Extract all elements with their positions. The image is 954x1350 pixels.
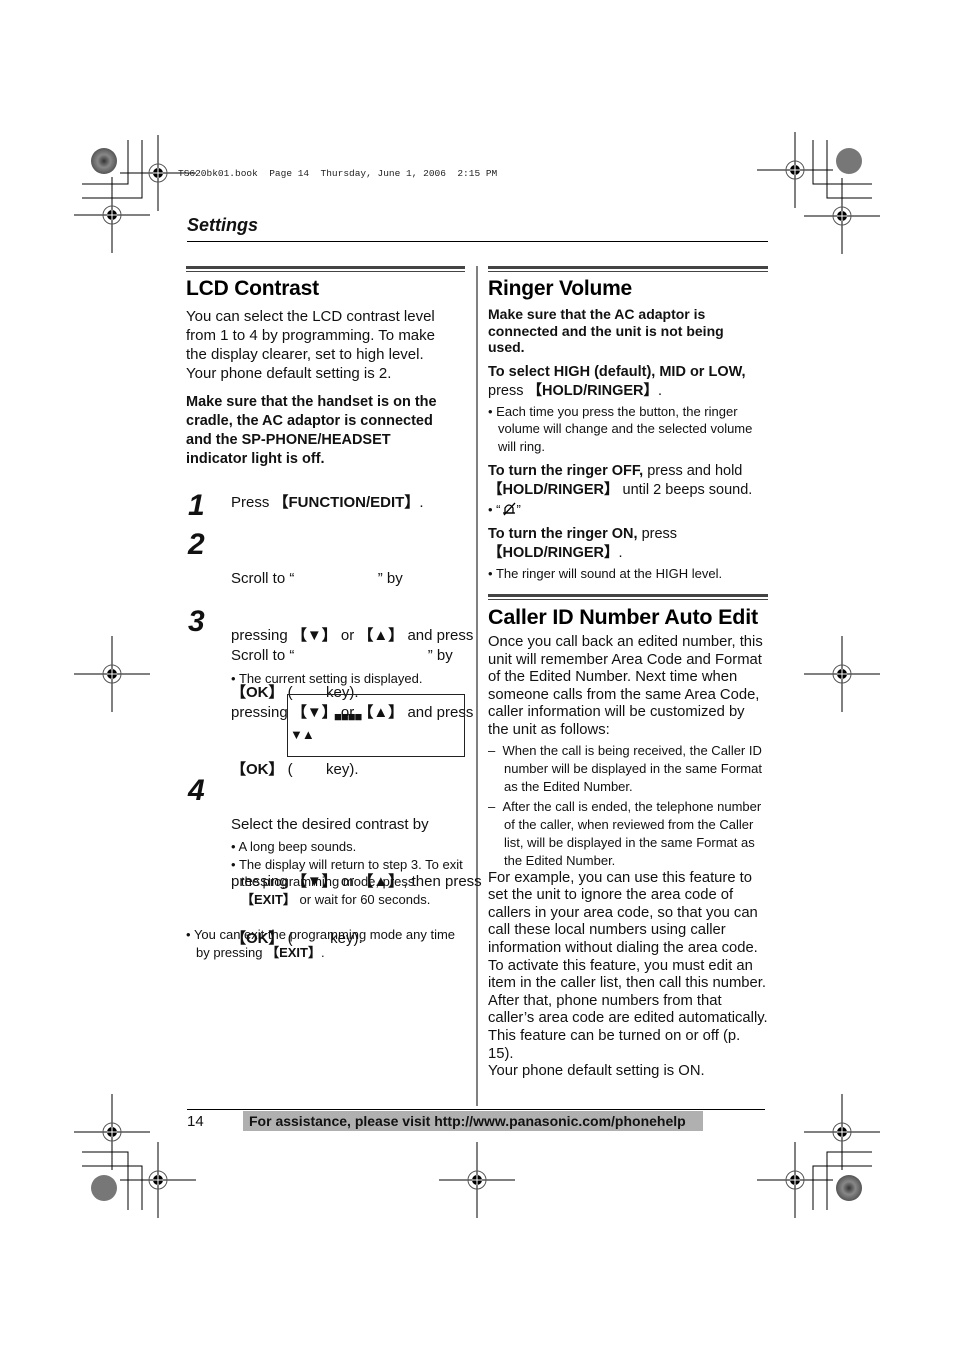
- dash-text: After the call is ended, the telephone n…: [502, 798, 762, 868]
- assistance-link[interactable]: For assistance, please visit http://www.…: [249, 1113, 686, 1129]
- text-line: indicator light is off.: [186, 451, 325, 467]
- lcd-contrast-section: LCD Contrast You can select the LCD cont…: [186, 266, 465, 469]
- registration-mark: [803, 1093, 881, 1171]
- dash-text: When the call is being received, the Cal…: [502, 742, 762, 794]
- dash-list: – When the call is being received, the C…: [488, 742, 768, 870]
- text-line: Make sure that the AC adaptor is: [488, 306, 706, 322]
- section-rule: [488, 266, 768, 269]
- dash-item: – After the call is ended, the telephone…: [488, 798, 762, 868]
- text-line: Scroll to “ ” by: [231, 570, 403, 587]
- step-3-bullet: • The current setting is displayed.: [231, 671, 423, 686]
- bullet-text: The ringer will sound at the HIGH level.: [495, 565, 723, 581]
- key-name: 【FUNCTION/EDIT】: [273, 494, 420, 511]
- registration-mark: [438, 1141, 516, 1219]
- bullet-item: • A long beep sounds.: [231, 839, 357, 854]
- bullet-text: A long beep sounds.: [238, 839, 357, 854]
- instruction-bold: To turn the ringer ON,: [488, 525, 638, 542]
- instruction-bold: To turn the ringer OFF,: [488, 463, 644, 479]
- intro-paragraph: You can select the LCD contrast level fr…: [186, 307, 465, 383]
- warning-paragraph: Make sure that the AC adaptor is connect…: [488, 306, 768, 356]
- text-line: the display clearer, set to high level.: [186, 346, 424, 363]
- text-line: from 1 to 4 by programming. To make: [186, 327, 435, 344]
- footer-rule: [187, 1109, 765, 1110]
- section-rule: [488, 271, 768, 272]
- bullet-text: The display will return to step 3. To ex…: [238, 856, 463, 907]
- color-target-icon: [91, 1175, 117, 1201]
- key-name: 【OK】: [231, 761, 284, 778]
- lcd-display: ■■■■ ▼▲: [287, 694, 465, 757]
- bullet-item: • Each time you press the button, the ri…: [488, 403, 753, 454]
- text-line: Make sure that the handset is on the: [186, 394, 437, 410]
- running-head: Settings: [187, 215, 259, 235]
- intro-paragraph: Once you call back an edited number, thi…: [488, 634, 763, 738]
- color-target-icon: [91, 148, 117, 174]
- text-line: cradle, the AC adaptor is connected: [186, 413, 433, 429]
- ringer-off-icon: [502, 502, 515, 516]
- registration-mark: [756, 131, 834, 209]
- bullet-item: • “”: [488, 502, 521, 517]
- text-line: You can select the LCD contrast level: [186, 308, 435, 325]
- color-target-icon: [836, 148, 862, 174]
- text-line: used.: [488, 339, 525, 355]
- key-name: 【EXIT】: [241, 891, 296, 907]
- section-title: LCD Contrast: [186, 277, 319, 300]
- caller-id-section: Caller ID Number Auto Edit Once you call…: [488, 594, 768, 1081]
- registration-mark: [756, 1141, 834, 1219]
- select-level-instruction: To select HIGH (default), MID or LOW, pr…: [488, 363, 768, 401]
- bullet-item: • The ringer will sound at the HIGH leve…: [488, 565, 723, 581]
- registration-mark: [73, 635, 151, 713]
- step-number: 2: [188, 528, 205, 561]
- section-rule: [488, 599, 768, 600]
- bullet-text: Each time you press the button, the ring…: [496, 403, 753, 454]
- text-line: Press 【FUNCTION/EDIT】.: [231, 494, 424, 511]
- instruction-text: press 【HOLD/RINGER】.: [488, 382, 663, 399]
- section-title: Ringer Volume: [488, 277, 633, 300]
- page-number: 14: [187, 1113, 204, 1130]
- bullet-item: • The display will return to step 3. To …: [231, 856, 463, 907]
- section-title: Caller ID Number Auto Edit: [488, 605, 758, 629]
- step-4-bullets: • A long beep sounds. • The display will…: [231, 838, 465, 908]
- text-line: Select the desired contrast by: [231, 816, 429, 833]
- bullet-text: The current setting is displayed.: [238, 671, 423, 686]
- registration-mark: [803, 635, 881, 713]
- dash-item: – When the call is being received, the C…: [488, 742, 762, 794]
- ringer-volume-section: Ringer Volume Make sure that the AC adap…: [488, 266, 768, 582]
- section-rule: [186, 266, 465, 269]
- example-paragraph: For example, you can use this feature to…: [488, 869, 768, 1062]
- step-1-text: Press 【FUNCTION/EDIT】.: [231, 493, 471, 512]
- key-name: 【HOLD/RINGER】: [527, 382, 659, 399]
- text-line: connected and the unit is not being: [488, 322, 724, 339]
- ringer-on-instruction: To turn the ringer ON, press 【HOLD/RINGE…: [488, 525, 768, 563]
- key-name: 【HOLD/RINGER】: [488, 544, 619, 561]
- exit-note: • You can exit the programming mode any …: [186, 927, 456, 960]
- registration-mark: [73, 1093, 151, 1171]
- registration-mark: [73, 176, 151, 254]
- section-rule: [488, 594, 768, 597]
- text-line: and the SP-PHONE/HEADSET: [186, 432, 391, 448]
- warning-paragraph: Make sure that the handset is on the cra…: [186, 393, 465, 469]
- default-setting: Your phone default setting is ON.: [488, 1063, 705, 1080]
- key-name: 【HOLD/RINGER】: [488, 482, 619, 498]
- scroll-arrows-icon: ▼▲: [290, 727, 315, 742]
- header-rule: [187, 241, 768, 242]
- print-slug: TS620bk01.book Page 14 Thursday, June 1,…: [178, 168, 498, 179]
- step-number: 1: [188, 489, 205, 522]
- assistance-banner: For assistance, please visit http://www.…: [243, 1111, 703, 1131]
- text-line: Your phone default setting is 2.: [186, 365, 392, 382]
- contrast-bars-icon: ■■■■: [334, 709, 362, 724]
- key-name: 【EXIT】: [266, 944, 321, 960]
- registration-mark: [119, 1141, 197, 1219]
- text-line: Scroll to “ ” by: [231, 647, 453, 664]
- color-target-icon: [836, 1175, 862, 1201]
- registration-mark: [803, 177, 881, 255]
- ringer-off-instruction: To turn the ringer OFF, press and hold 【…: [488, 462, 768, 500]
- step-number: 3: [188, 605, 205, 638]
- note-text: You can exit the programming mode any ti…: [193, 927, 456, 960]
- section-rule: [186, 271, 465, 272]
- step-number: 4: [188, 774, 205, 807]
- instruction-bold: To select HIGH (default), MID or LOW,: [488, 363, 746, 380]
